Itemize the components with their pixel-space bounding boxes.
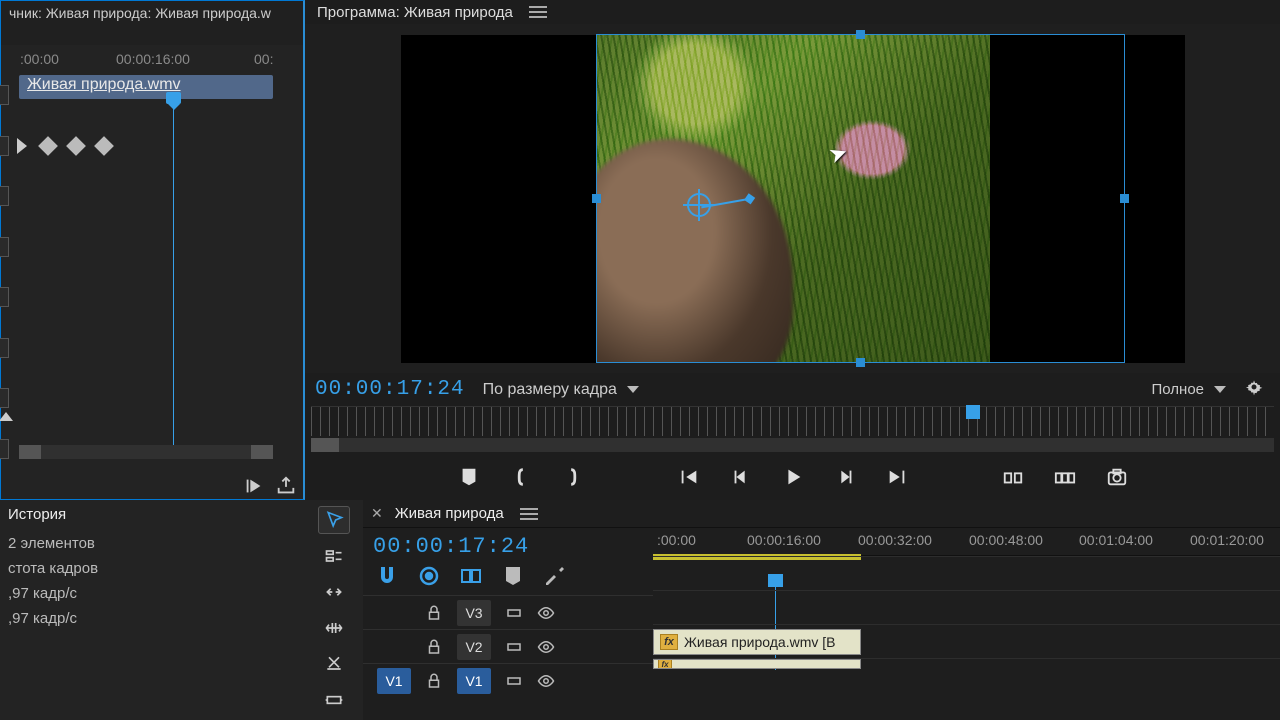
play-button[interactable] bbox=[779, 466, 807, 488]
extract-button[interactable] bbox=[1051, 466, 1079, 488]
chevron-down-icon bbox=[627, 386, 639, 393]
track-lane[interactable] bbox=[653, 556, 1280, 590]
program-timecode[interactable]: 00:00:17:24 bbox=[315, 378, 465, 401]
effect-row-toggle[interactable] bbox=[0, 136, 9, 156]
history-row[interactable]: стота кадров bbox=[8, 556, 297, 581]
zoom-level-dropdown[interactable]: По размеру кадра bbox=[483, 381, 639, 399]
lock-icon[interactable] bbox=[425, 638, 443, 656]
history-row[interactable]: 2 элементов bbox=[8, 531, 297, 556]
track-lane[interactable]: fx bbox=[653, 658, 1280, 670]
sequence-tab[interactable]: Живая природа bbox=[395, 505, 504, 522]
history-panel: История 2 элементов стота кадров ,97 кад… bbox=[0, 500, 305, 720]
history-title: История bbox=[8, 506, 297, 523]
settings-icon[interactable] bbox=[1244, 377, 1264, 402]
track-label[interactable]: V2 bbox=[457, 634, 491, 660]
track-target[interactable]: V1 bbox=[377, 668, 411, 694]
mark-in-button[interactable] bbox=[455, 466, 483, 488]
effect-scrollbar[interactable] bbox=[19, 445, 273, 459]
timeline-timecode[interactable]: 00:00:17:24 bbox=[363, 528, 653, 563]
track-header[interactable]: V3 bbox=[363, 595, 653, 629]
step-forward-button[interactable] bbox=[831, 466, 859, 488]
rate-stretch-tool[interactable] bbox=[318, 614, 350, 642]
track-header[interactable]: V1 V1 bbox=[363, 663, 653, 697]
source-tab-title[interactable]: чник: Живая природа: Живая природа.w bbox=[1, 1, 303, 25]
keyframe-prev-button[interactable] bbox=[17, 138, 27, 154]
lock-icon[interactable] bbox=[425, 672, 443, 690]
selection-tool[interactable] bbox=[318, 506, 350, 534]
add-marker-icon[interactable] bbox=[459, 565, 483, 587]
program-title: Программа: Живая природа bbox=[317, 4, 513, 21]
track-label[interactable]: V1 bbox=[457, 668, 491, 694]
eye-icon[interactable] bbox=[537, 672, 555, 690]
program-monitor: Программа: Живая природа ➤ 00:00:17:24 П… bbox=[305, 0, 1280, 500]
close-tab-icon[interactable]: ✕ bbox=[371, 505, 383, 522]
track-label[interactable]: V3 bbox=[457, 600, 491, 626]
track-lane[interactable] bbox=[653, 590, 1280, 624]
lift-button[interactable] bbox=[999, 466, 1027, 488]
sync-lock-icon[interactable] bbox=[505, 638, 523, 656]
marker-icon[interactable] bbox=[501, 565, 525, 587]
effect-row-toggle[interactable] bbox=[0, 439, 9, 459]
ripple-edit-tool[interactable] bbox=[318, 578, 350, 606]
effect-row-toggle[interactable] bbox=[0, 338, 9, 358]
expand-caret-icon[interactable] bbox=[0, 412, 13, 421]
effect-row-toggle[interactable] bbox=[0, 186, 9, 206]
panel-menu-icon[interactable] bbox=[529, 6, 547, 18]
timeline-settings-icon[interactable] bbox=[543, 565, 567, 587]
panel-menu-icon[interactable] bbox=[520, 508, 538, 520]
program-viewport[interactable]: ➤ bbox=[401, 35, 1185, 363]
track-select-tool[interactable] bbox=[318, 542, 350, 570]
slip-tool[interactable] bbox=[318, 686, 350, 714]
program-zoom-scrollbar[interactable] bbox=[311, 438, 1274, 452]
effect-row-toggle[interactable] bbox=[0, 287, 9, 307]
fx-badge-icon[interactable]: fx bbox=[658, 659, 672, 669]
mark-clip-in-button[interactable] bbox=[507, 466, 535, 488]
track-header[interactable]: V2 bbox=[363, 629, 653, 663]
keyframe-marker[interactable] bbox=[94, 136, 114, 156]
effect-ruler[interactable]: :00:00 00:00:16:00 00: bbox=[16, 45, 295, 73]
effect-row-toggle[interactable] bbox=[0, 85, 9, 105]
timeline-ruler[interactable]: :00:00 00:00:16:00 00:00:32:00 00:00:48:… bbox=[653, 528, 1280, 556]
resolution-dropdown[interactable]: Полное bbox=[1151, 381, 1226, 398]
timeline-tools bbox=[305, 500, 363, 720]
history-row[interactable]: ,97 кадр/с bbox=[8, 606, 297, 631]
effect-controls-timeline[interactable]: :00:00 00:00:16:00 00: Живая природа.wmv bbox=[1, 45, 303, 499]
keyframe-marker[interactable] bbox=[66, 136, 86, 156]
fx-badge-icon[interactable]: fx bbox=[660, 634, 678, 650]
timeline-clip[interactable]: fx bbox=[653, 659, 861, 669]
razor-tool[interactable] bbox=[318, 650, 350, 678]
chevron-down-icon bbox=[1214, 386, 1226, 393]
transport-controls bbox=[305, 458, 1280, 500]
goto-out-button[interactable] bbox=[883, 466, 911, 488]
eye-icon[interactable] bbox=[537, 638, 555, 656]
snap-icon[interactable] bbox=[375, 565, 399, 587]
export-frame-icon[interactable] bbox=[275, 475, 297, 493]
timeline-clip[interactable]: fx Живая природа.wmv [В bbox=[653, 629, 861, 655]
effect-playhead[interactable] bbox=[173, 102, 174, 451]
motion-selection-box[interactable] bbox=[596, 34, 1125, 363]
effect-row-toggle[interactable] bbox=[0, 388, 9, 408]
mark-clip-out-button[interactable] bbox=[559, 466, 587, 488]
sync-lock-icon[interactable] bbox=[505, 604, 523, 622]
linked-selection-icon[interactable] bbox=[417, 565, 441, 587]
sync-lock-icon[interactable] bbox=[505, 672, 523, 690]
effect-clip-name[interactable]: Живая природа.wmv bbox=[19, 75, 273, 99]
export-frame-button[interactable] bbox=[1103, 466, 1131, 488]
step-back-button[interactable] bbox=[727, 466, 755, 488]
goto-in-button[interactable] bbox=[675, 466, 703, 488]
history-row[interactable]: ,97 кадр/с bbox=[8, 581, 297, 606]
track-lane[interactable]: fx Живая природа.wmv [В bbox=[653, 624, 1280, 658]
program-playhead[interactable] bbox=[966, 405, 980, 419]
timeline-panel: ✕ Живая природа 00:00:17:24 bbox=[305, 500, 1280, 720]
loop-playback-icon[interactable] bbox=[243, 475, 265, 493]
eye-icon[interactable] bbox=[537, 604, 555, 622]
effect-controls-panel: чник: Живая природа: Живая природа.w :00… bbox=[0, 0, 305, 500]
keyframe-marker[interactable] bbox=[38, 136, 58, 156]
lock-icon[interactable] bbox=[425, 604, 443, 622]
effect-row-toggle[interactable] bbox=[0, 237, 9, 257]
program-time-ruler[interactable] bbox=[311, 406, 1274, 436]
